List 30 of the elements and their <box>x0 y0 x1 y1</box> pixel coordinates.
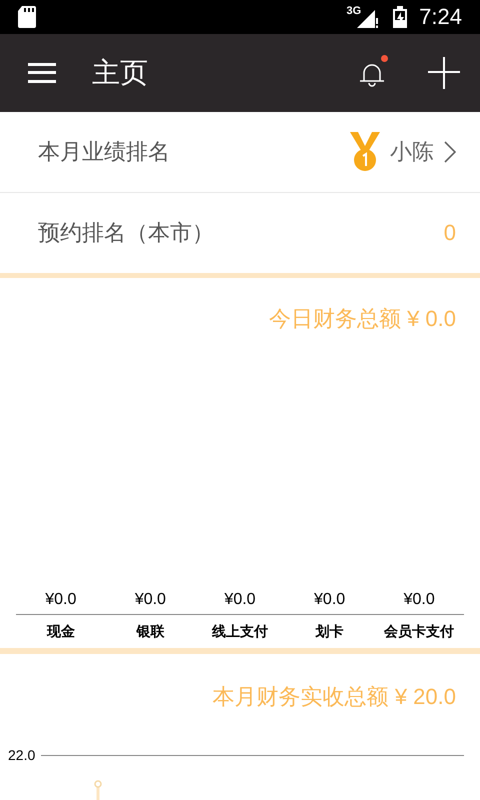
amount-value: ¥0.0 <box>223 590 257 610</box>
section-title: 今日财务总额 ¥ 0.0 <box>268 305 456 334</box>
payment-label: 划卡 <box>314 622 345 642</box>
amount-value: ¥0.0 <box>402 590 436 610</box>
amount-value: ¥0.0 <box>313 590 346 610</box>
data-point-marker <box>94 780 102 800</box>
menu-icon[interactable] <box>28 62 56 83</box>
ranking-row[interactable]: 本月业绩排名 小陈 <box>0 112 480 193</box>
row-label: 预约排名（本市） <box>38 219 215 248</box>
ranking-row[interactable]: 预约排名（本市） 0 <box>0 192 480 274</box>
amount-value: ¥0.0 <box>134 590 167 610</box>
axis-label: 22.0 <box>8 746 36 766</box>
battery-icon <box>393 6 408 28</box>
notification-bell-icon[interactable] <box>358 56 390 89</box>
page-title: 主页 <box>92 56 148 90</box>
payment-label: 线上支付 <box>210 622 269 642</box>
row-label: 本月业绩排名 <box>38 138 171 166</box>
chevron-right-icon <box>444 140 456 163</box>
ranking-name: 小陈 <box>390 138 434 166</box>
amount-value: ¥0.0 <box>44 590 78 610</box>
ranking-count: 0 <box>444 219 456 248</box>
network-type: 3G <box>346 6 362 17</box>
status-time: 7:24 <box>419 6 462 28</box>
payment-label: 会员卡支付 <box>383 622 456 642</box>
payment-label: 银联 <box>135 622 166 642</box>
section-title: 本月财务实收总额 ¥ 20.0 <box>212 683 456 712</box>
medal-icon <box>350 132 380 172</box>
sd-card-icon <box>18 6 36 28</box>
add-icon[interactable] <box>428 56 460 89</box>
payment-label: 现金 <box>46 622 76 642</box>
